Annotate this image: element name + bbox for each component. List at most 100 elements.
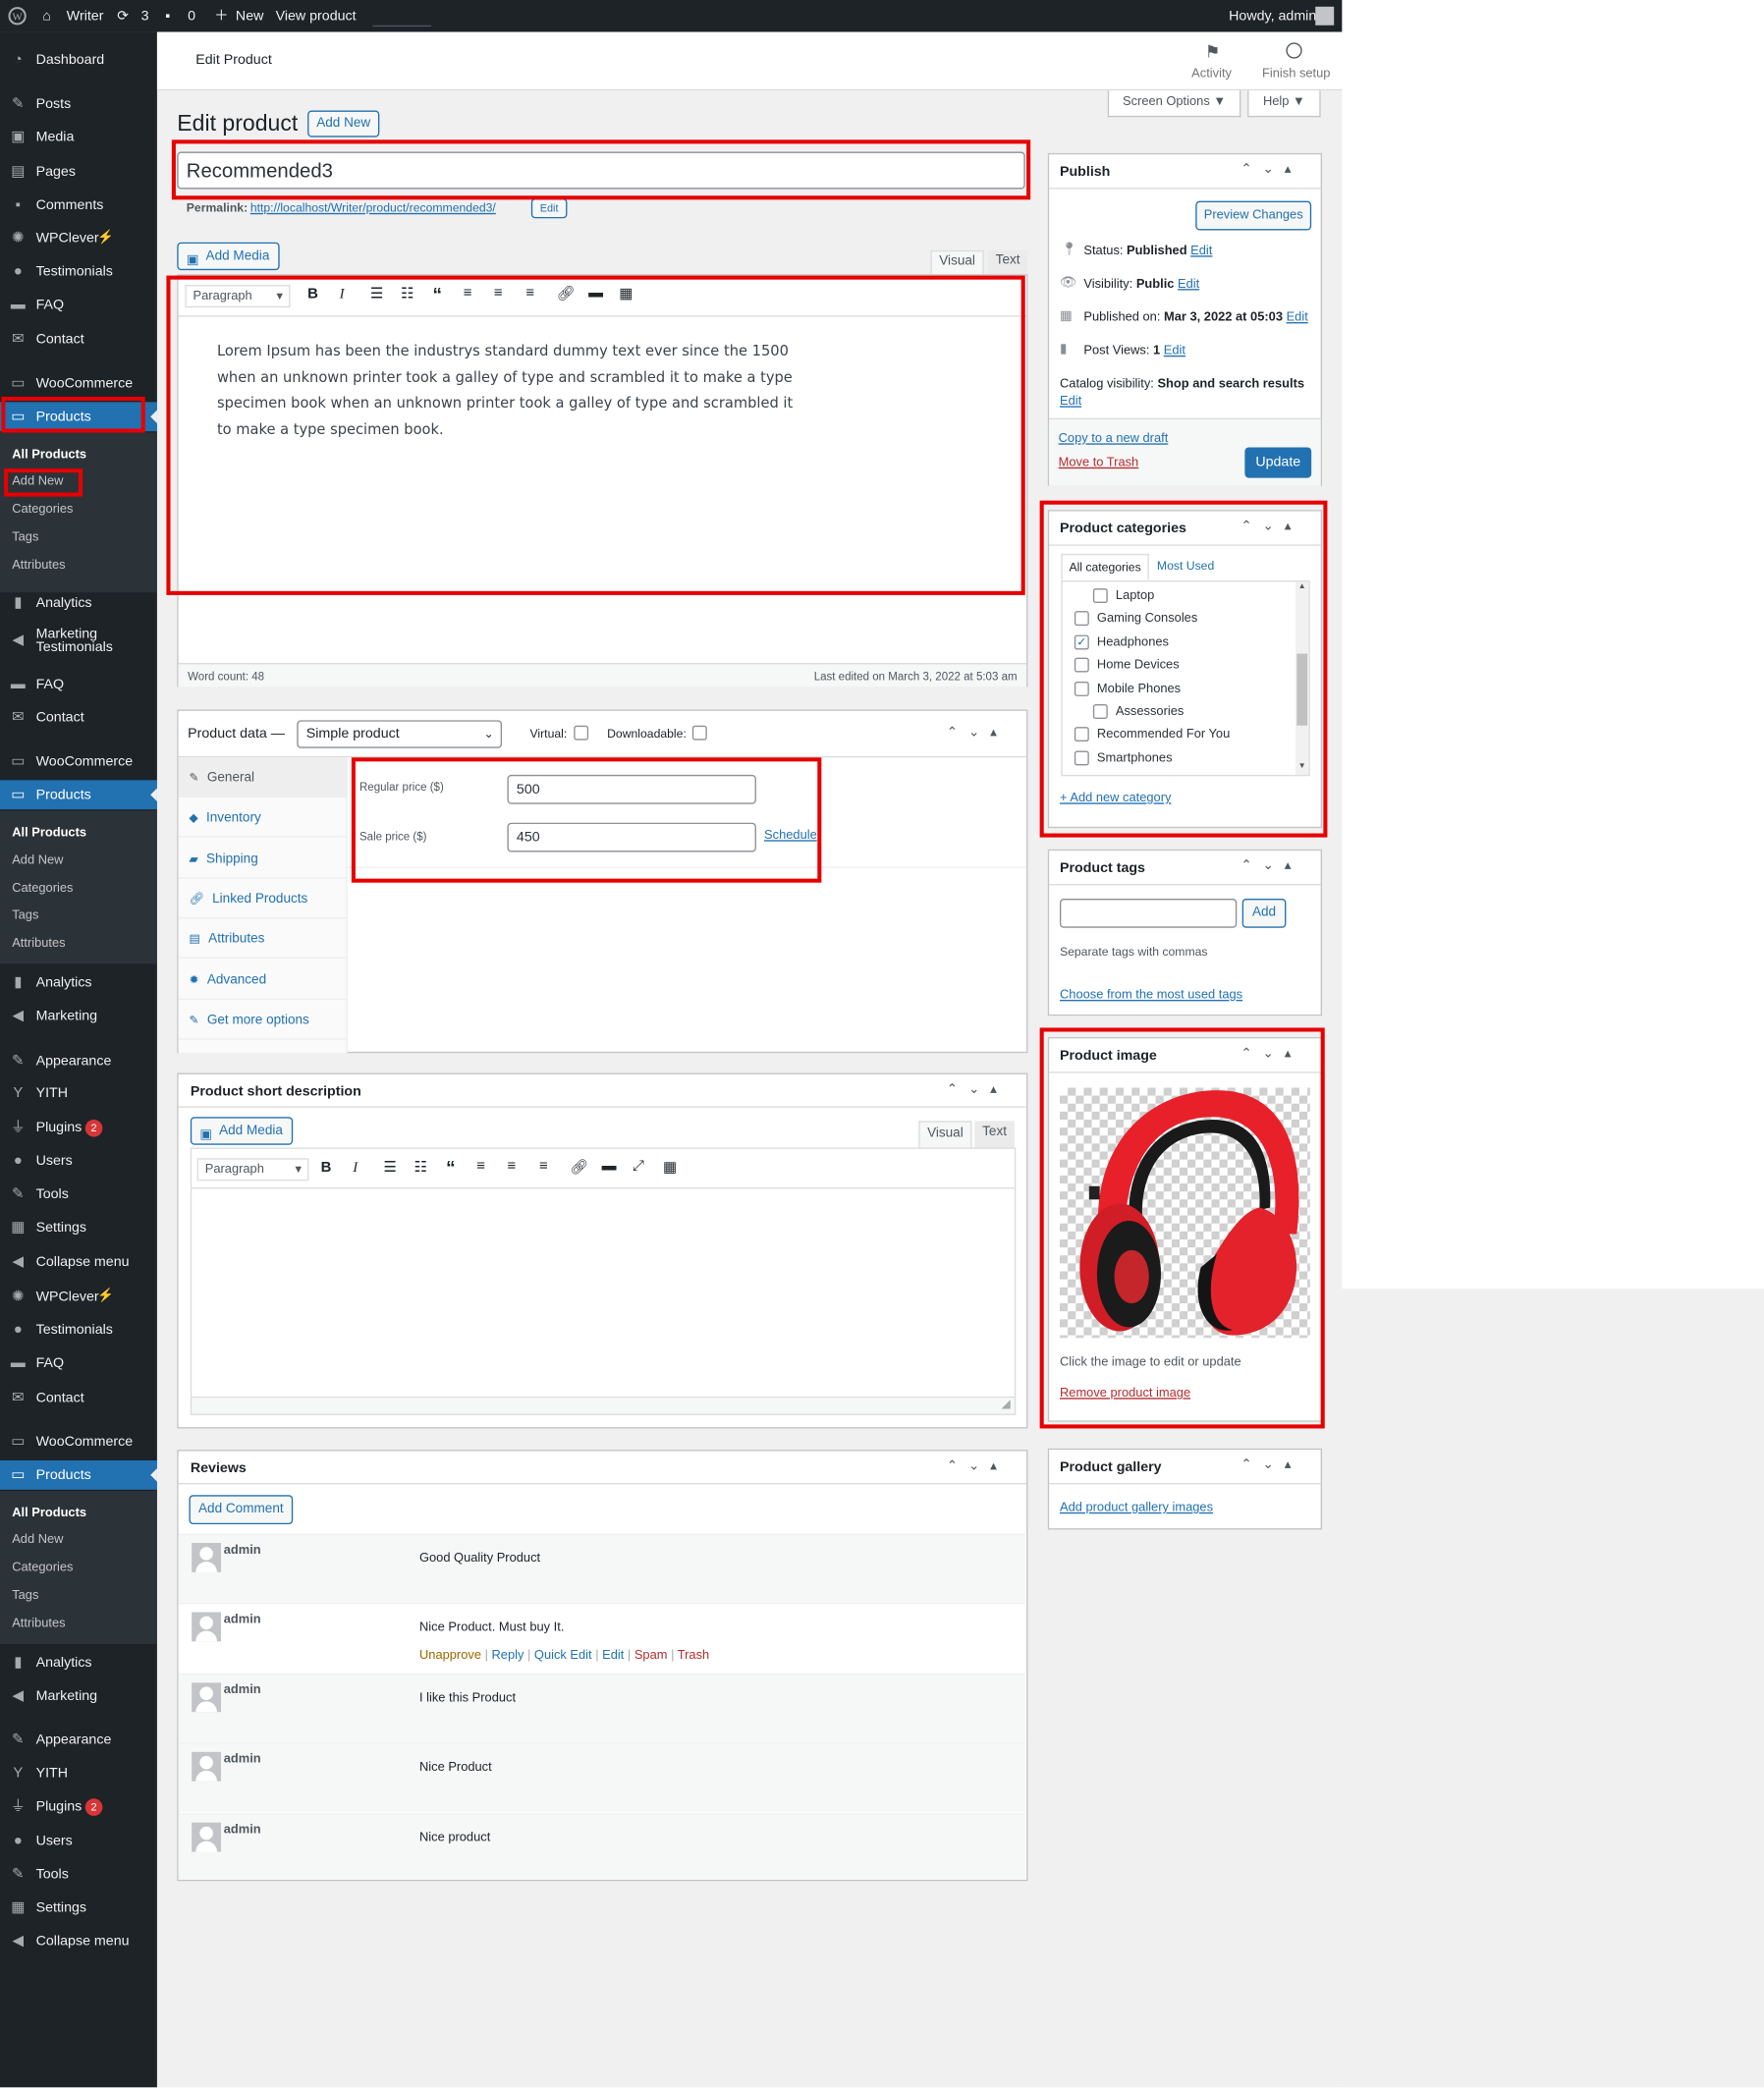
toolbar-toggle-icon[interactable]: ▦ — [619, 285, 633, 302]
category-checkbox[interactable] — [1074, 681, 1089, 696]
menu-collapse-menu-bottom-8[interactable]: ◀ Collapse menu — [0, 1926, 157, 1955]
add-new-category-link[interactable]: + Add new category — [1060, 791, 1171, 805]
menu-products-mid2-14[interactable]: ▭ Products — [0, 1459, 157, 1490]
menu-yith-bottom-3[interactable]: Y YITH — [0, 1759, 157, 1788]
menu-testimonials-top-6[interactable]: ● Testimonials — [0, 257, 157, 287]
italic-icon[interactable]: I — [353, 1160, 358, 1176]
visibility-edit-link[interactable]: Edit — [1178, 277, 1199, 292]
move-to-trash-link[interactable]: Move to Trash — [1059, 456, 1139, 470]
menu-contact-mid-3[interactable]: ✉ Contact — [0, 703, 157, 733]
comments-count[interactable]: 0 — [188, 0, 195, 32]
add-comment-button[interactable]: Add Comment — [189, 1495, 294, 1525]
blockquote-icon[interactable]: “ — [446, 1157, 455, 1179]
bullet-list-icon[interactable]: ☰ — [383, 1158, 396, 1176]
menu-posts-top-1[interactable]: ✎ Posts — [0, 89, 157, 119]
menu-faq-mid2-11[interactable]: ▬ FAQ — [0, 1348, 157, 1378]
box-controls[interactable]: ⌃⌄▴ — [947, 726, 1008, 741]
wordpress-logo-icon[interactable]: W — [8, 0, 27, 32]
review-unapprove-link[interactable]: Unapprove — [419, 1649, 481, 1664]
read-more-icon[interactable]: ▬ — [602, 1158, 617, 1174]
box-controls[interactable]: ⌃⌄▴ — [1240, 858, 1301, 873]
product-title-input[interactable]: Recommended3 — [177, 151, 1025, 190]
tab-most-used[interactable]: Most Used — [1157, 559, 1214, 573]
link-icon[interactable]: 🔗︎ — [570, 1158, 588, 1176]
review-row[interactable]: admin Nice Product. Must buy It. Unapprove… — [178, 1603, 1025, 1674]
menu-tools-bottom-6[interactable]: ✎ Tools — [0, 1860, 157, 1890]
howdy-account[interactable]: Howdy, admin — [1229, 0, 1316, 32]
box-controls[interactable]: ⌃⌄▴ — [1240, 520, 1301, 534]
status-edit-link[interactable]: Edit — [1190, 244, 1212, 258]
menu-plugins-mid2-4[interactable]: ⏚ Plugins 2 — [0, 1113, 157, 1142]
review-author[interactable]: admin — [224, 1682, 261, 1697]
review-quick-edit-link[interactable]: Quick Edit — [534, 1649, 592, 1664]
product-type-select[interactable]: Simple product ⌄ — [297, 720, 503, 748]
bold-icon[interactable]: B — [307, 286, 318, 302]
align-right-icon[interactable]: ≡ — [525, 285, 534, 301]
submenu-categories[interactable]: Categories — [12, 881, 73, 896]
copy-draft-link[interactable]: Copy to a new draft — [1059, 431, 1169, 446]
activity-flag-icon[interactable]: ⚑ — [1205, 41, 1221, 63]
fullscreen-icon[interactable]: ⤢ — [633, 1158, 644, 1176]
resize-handle-icon[interactable]: ◢ — [1001, 1397, 1010, 1411]
menu-woocommerce-top-9[interactable]: ▭ WooCommerce — [0, 368, 157, 398]
short-description-editor[interactable] — [190, 1188, 1017, 1399]
submenu-tags[interactable]: Tags — [12, 529, 38, 544]
link-icon[interactable]: 🔗︎ — [557, 285, 576, 302]
menu-plugins-bottom-4[interactable]: ⏚ Plugins 2 — [0, 1792, 157, 1822]
product-image-thumbnail[interactable] — [1059, 1087, 1310, 1339]
menu-settings-mid2-7[interactable]: ▦ Settings — [0, 1213, 157, 1242]
updates-count[interactable]: 3 — [141, 0, 149, 32]
menu-woocommerce-mid2-13[interactable]: ▭ WooCommerce — [0, 1427, 157, 1456]
menu-testimonials-mid2-10[interactable]: ● Testimonials — [0, 1315, 157, 1345]
remove-image-link[interactable]: Remove product image — [1060, 1386, 1190, 1401]
submenu-all-products[interactable]: All Products — [12, 825, 86, 840]
align-center-icon[interactable]: ≡ — [507, 1158, 516, 1174]
align-left-icon[interactable]: ≡ — [464, 285, 472, 301]
menu-comments-top-4[interactable]: ▪ Comments — [0, 191, 157, 220]
review-row[interactable]: admin Nice Product — [178, 1742, 1025, 1813]
menu-faq-top-7[interactable]: ▬ FAQ — [0, 290, 157, 319]
menu-analytics-mid-0[interactable]: ▮ Analytics — [0, 588, 157, 618]
submenu-all-products[interactable]: All Products — [12, 1506, 86, 1520]
submenu-attributes[interactable]: Attributes — [12, 1617, 65, 1631]
review-author[interactable]: admin — [224, 1543, 261, 1558]
scrollbar-thumb[interactable] — [1296, 653, 1308, 726]
search-field[interactable] — [372, 19, 432, 27]
box-controls[interactable]: ⌃⌄▴ — [1240, 162, 1301, 177]
avatar[interactable] — [1315, 6, 1335, 26]
new-content-link[interactable]: New — [236, 0, 263, 32]
short-add-media-button[interactable]: ▣ Add Media — [190, 1117, 294, 1145]
menu-contact-top-8[interactable]: ✉ Contact — [0, 325, 157, 355]
submenu-tags[interactable]: Tags — [12, 1588, 38, 1603]
align-center-icon[interactable]: ≡ — [494, 285, 503, 301]
review-row[interactable]: admin Nice product — [178, 1812, 1025, 1880]
updates-icon[interactable]: ⟳ — [117, 0, 129, 32]
review-spam-link[interactable]: Spam — [634, 1649, 668, 1664]
scroll-up-icon[interactable]: ▲ — [1298, 583, 1306, 591]
menu-settings-bottom-7[interactable]: ▦ Settings — [0, 1894, 157, 1923]
finish-setup-icon[interactable] — [1286, 42, 1302, 59]
screen-options-button[interactable]: Screen Options ▼ — [1107, 90, 1241, 118]
short-tab-text[interactable]: Text — [974, 1121, 1015, 1148]
new-tag-input[interactable] — [1059, 898, 1238, 928]
tab-visual[interactable]: Visual — [930, 249, 984, 275]
submenu-tags[interactable]: Tags — [12, 907, 38, 922]
menu-products-top-10[interactable]: ▭ Products — [0, 402, 157, 432]
category-checkbox[interactable] — [1074, 611, 1089, 627]
align-right-icon[interactable]: ≡ — [539, 1158, 548, 1174]
site-home-icon[interactable]: ⌂ — [42, 0, 51, 32]
menu-dashboard-top-0[interactable]: ◔ Dashboard — [0, 45, 157, 75]
bold-icon[interactable]: B — [321, 1160, 332, 1176]
review-row[interactable]: admin I like this Product — [178, 1673, 1025, 1743]
add-new-button[interactable]: Add New — [307, 110, 380, 137]
sale-price-input[interactable]: 450 — [507, 822, 756, 852]
published-edit-link[interactable]: Edit — [1287, 310, 1308, 325]
menu-wpclever-top-5[interactable]: ✺ WPClever ⚡ — [0, 224, 157, 253]
product-data-tab-inventory[interactable]: ◆ Inventory — [178, 797, 347, 839]
menu-appearance-bottom-2[interactable]: ✎ Appearance — [0, 1726, 157, 1755]
blockquote-icon[interactable]: “ — [433, 284, 442, 305]
menu-marketing-mid2-1[interactable]: ◀ Marketing — [0, 1001, 157, 1030]
category-checkbox[interactable] — [1074, 657, 1089, 673]
tab-all-categories[interactable]: All categories — [1061, 553, 1149, 580]
product-data-tab-general[interactable]: ✎ General — [178, 757, 347, 797]
